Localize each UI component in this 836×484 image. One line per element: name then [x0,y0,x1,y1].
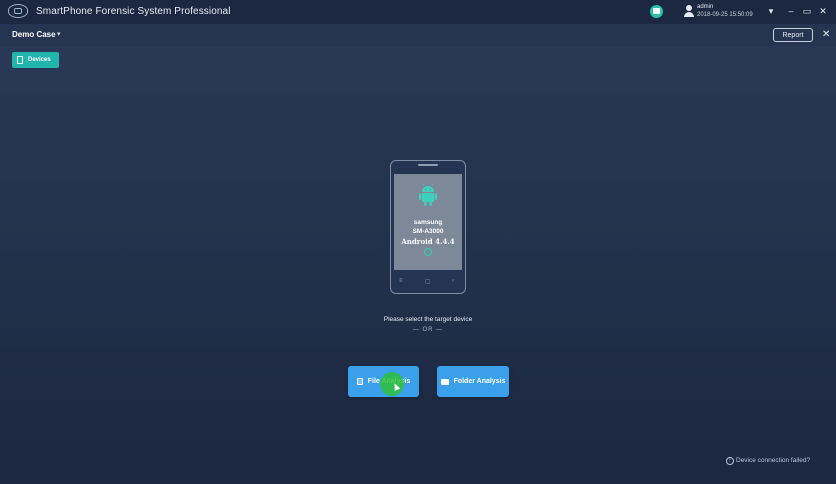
maximize-button[interactable]: ▭ [801,5,813,17]
case-dropdown-icon[interactable]: ▾ [57,30,61,38]
app-logo-icon [8,4,28,18]
close-window-button[interactable]: ✕ [817,5,829,17]
device-brand: samsung [413,219,443,226]
connection-failed-link[interactable]: Device connection failed? [736,457,810,464]
close-case-button[interactable]: ✕ [822,29,830,40]
app-title: SmartPhone Forensic System Professional [36,6,231,17]
user-datetime: 2018-09-25 15:50:09 [697,12,753,18]
minimize-button[interactable]: – [785,5,797,17]
folder-analysis-label: Folder Analysis [453,378,506,385]
phone-menu-icon: ≡ [399,278,403,284]
device-model: SM-A3000 [412,228,444,235]
android-icon [419,184,437,206]
devices-icon [17,56,23,64]
report-button[interactable]: Report [773,28,813,42]
phone-home-icon: ▢ [425,279,431,285]
device-os: Android 4.4.4 [401,237,455,246]
user-name: admin [697,4,714,10]
folder-icon [440,378,449,385]
power-icon [424,248,432,256]
case-name[interactable]: Demo Case [12,30,56,39]
info-icon: ! [726,457,734,465]
select-device-hint: Please select the target device [383,316,473,323]
save-icon[interactable] [650,5,663,18]
folder-analysis-button[interactable]: Folder Analysis [437,366,509,397]
or-divider: — OR — [412,327,444,333]
menu-dropdown-button[interactable]: ▾ [765,5,777,17]
file-icon [356,378,363,385]
phone-back-icon: ‹ [452,278,454,284]
user-icon [684,5,694,17]
case-bar [0,24,836,46]
phone-speaker [418,164,438,166]
